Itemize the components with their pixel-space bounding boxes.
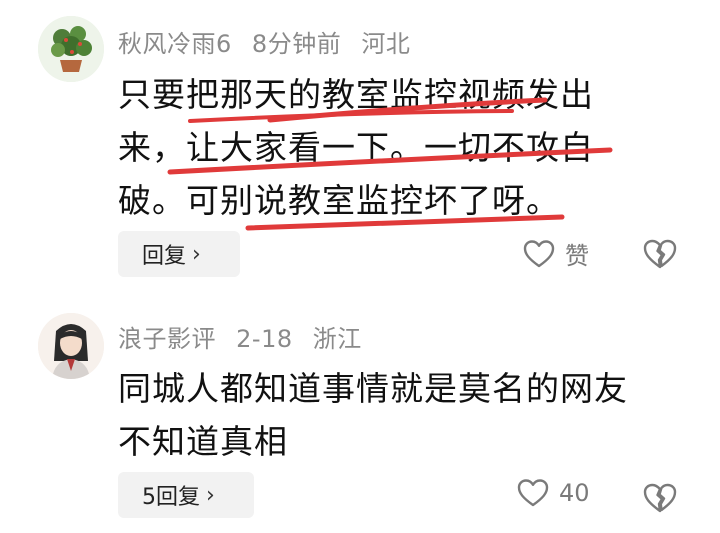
comment-text: 只要把那天的教室监控视频发出来，让大家看一下。一切不攻自破。可别说教室监控坏了呀… bbox=[118, 75, 594, 220]
heart-outline-icon bbox=[517, 479, 549, 507]
like-count: 40 bbox=[559, 479, 590, 507]
dislike-button[interactable] bbox=[643, 238, 677, 274]
chevron-right-icon: › bbox=[206, 482, 215, 508]
comment-meta: 浪子影评 2-18 浙江 bbox=[118, 319, 374, 354]
heart-outline-icon bbox=[523, 239, 555, 267]
comment-meta: 秋风冷雨6 8分钟前 河北 bbox=[118, 24, 422, 59]
like-button[interactable]: 赞 bbox=[523, 236, 589, 271]
timestamp: 8分钟前 bbox=[251, 30, 342, 58]
location: 浙江 bbox=[312, 325, 362, 353]
broken-heart-icon bbox=[643, 239, 677, 269]
like-label: 赞 bbox=[565, 242, 589, 270]
comment-item: 浪子影评 2-18 浙江 同城人都知道事情就是莫名的网友不知道真相 5回复 › … bbox=[0, 300, 720, 533]
dislike-button[interactable] bbox=[643, 482, 677, 518]
reply-button[interactable]: 回复 › bbox=[118, 231, 240, 277]
comment-text: 同城人都知道事情就是莫名的网友不知道真相 bbox=[118, 369, 628, 461]
broken-heart-icon bbox=[643, 483, 677, 513]
username[interactable]: 秋风冷雨6 bbox=[118, 30, 232, 58]
reply-label: 5回复 bbox=[142, 485, 200, 510]
username[interactable]: 浪子影评 bbox=[118, 325, 216, 353]
reply-label: 回复 bbox=[142, 244, 187, 269]
location: 河北 bbox=[361, 30, 411, 58]
chevron-right-icon: › bbox=[192, 241, 201, 267]
avatar[interactable] bbox=[38, 16, 104, 82]
avatar[interactable] bbox=[38, 313, 104, 379]
timestamp: 2-18 bbox=[236, 325, 293, 353]
like-button[interactable]: 40 bbox=[517, 478, 590, 508]
comment-item: 秋风冷雨6 8分钟前 河北 只要把那天的教室监控视频发出来，让大家看一下。一切不… bbox=[0, 0, 720, 300]
reply-button[interactable]: 5回复 › bbox=[118, 472, 254, 518]
